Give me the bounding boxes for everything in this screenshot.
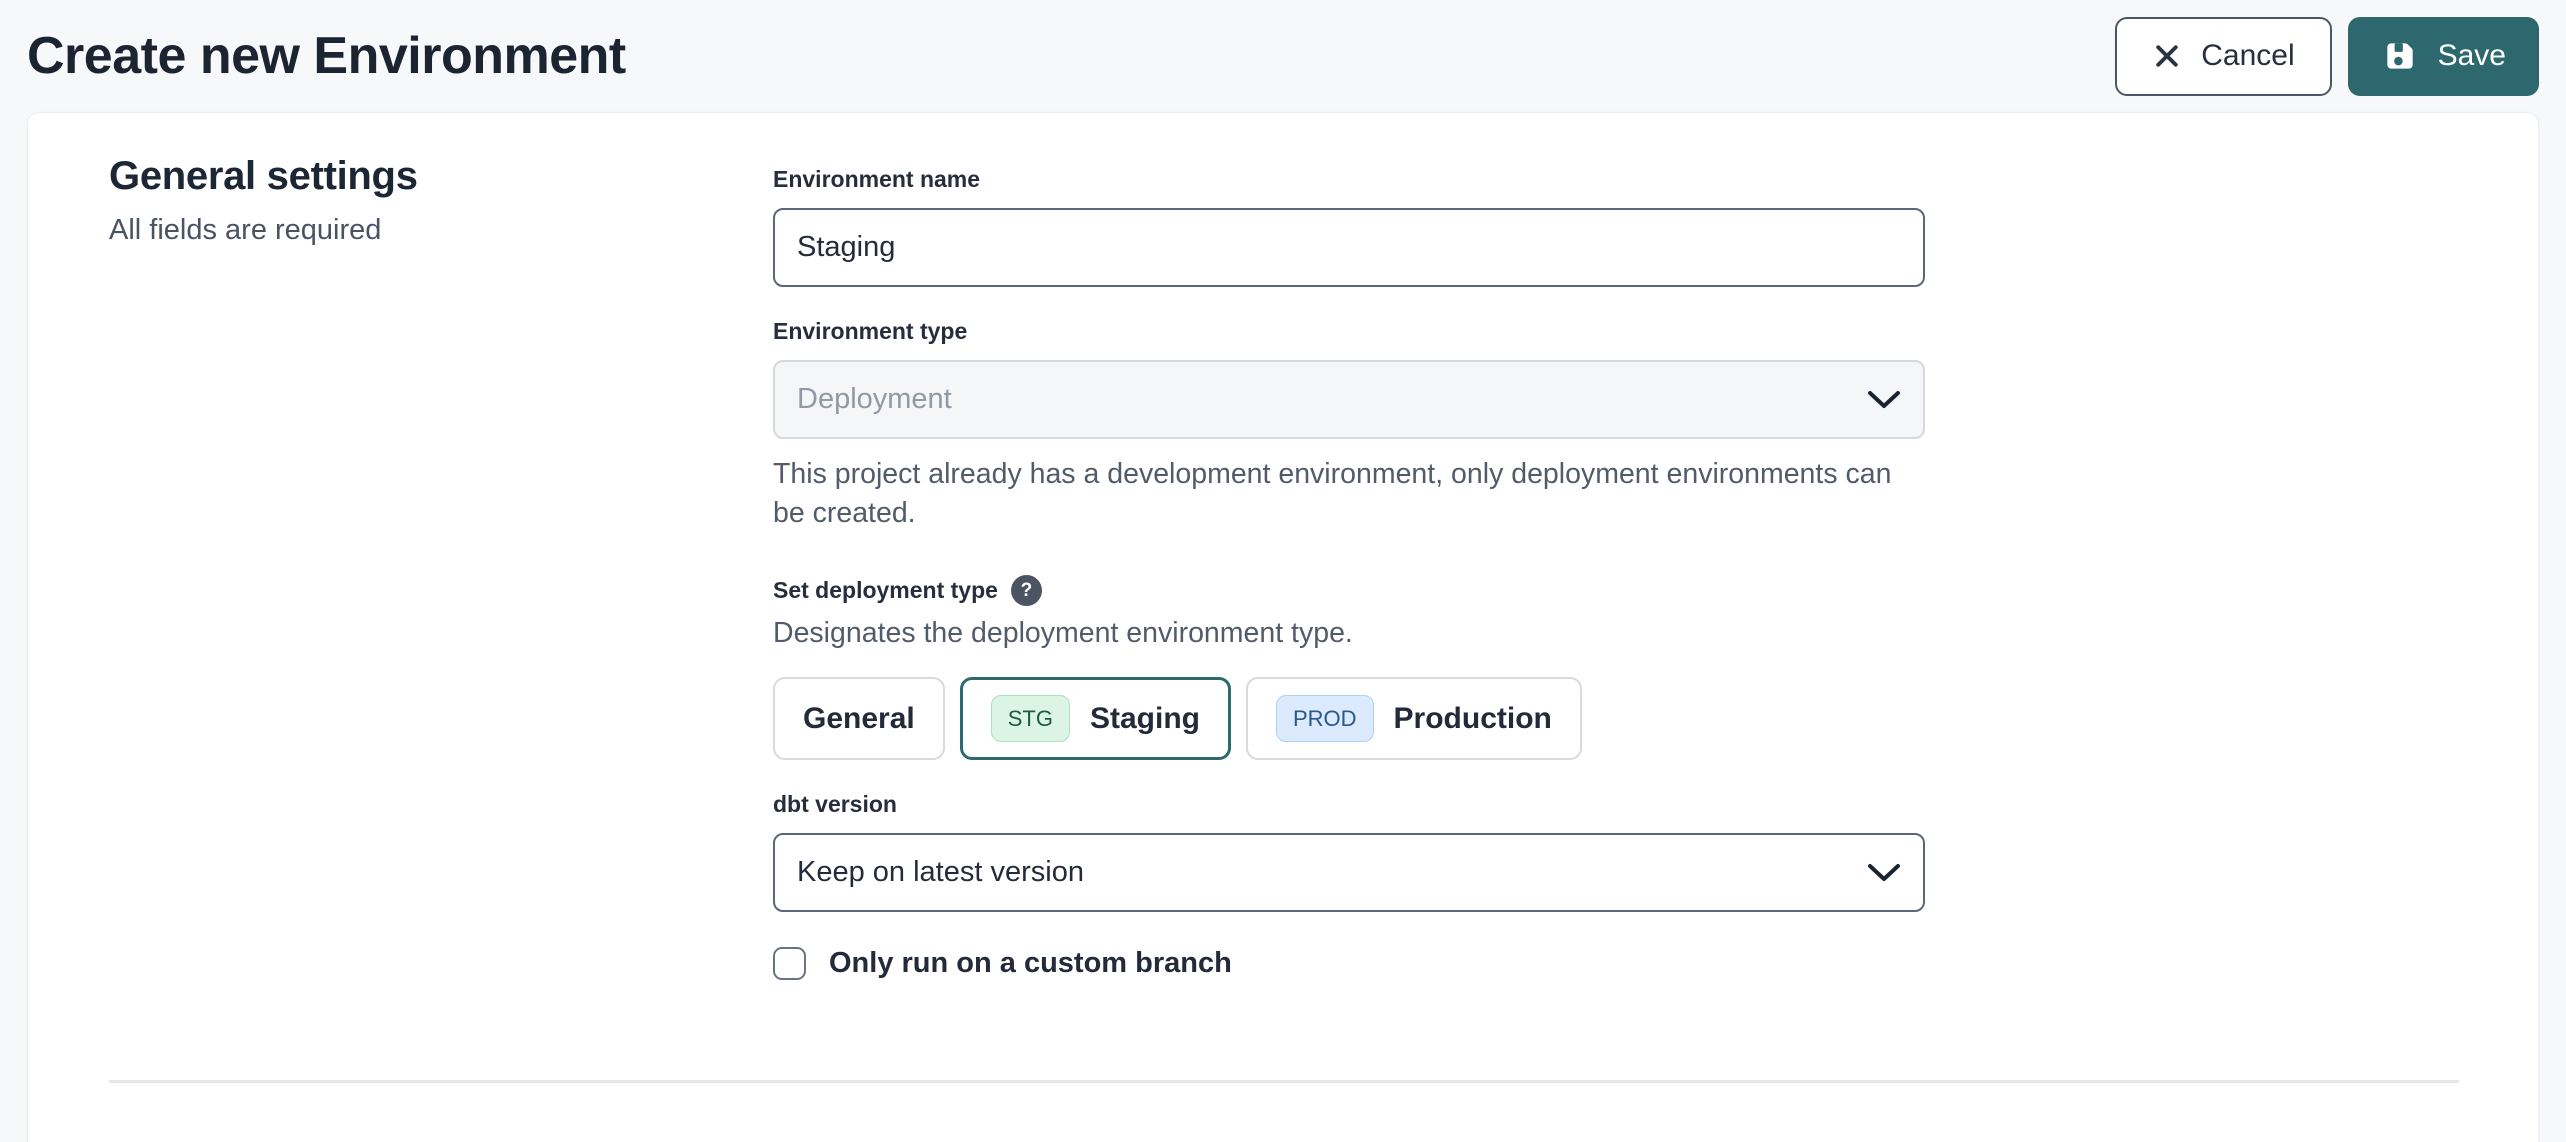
stg-badge: STG	[991, 695, 1070, 742]
dbt-version-label: dbt version	[773, 791, 1925, 818]
custom-branch-label[interactable]: Only run on a custom branch	[829, 947, 1232, 980]
dbt-version-value: Keep on latest version	[797, 856, 1084, 889]
custom-branch-row: Only run on a custom branch	[773, 947, 1925, 980]
environment-type-helper: This project already has a development e…	[773, 455, 1925, 533]
deployment-type-staging-label: Staging	[1090, 702, 1200, 736]
deployment-type-description: Designates the deployment environment ty…	[773, 617, 1925, 650]
deployment-type-staging[interactable]: STG Staging	[960, 677, 1231, 760]
deployment-type-general[interactable]: General	[773, 677, 945, 760]
settings-form: Environment name Environment type Deploy…	[773, 152, 1925, 980]
help-icon[interactable]: ?	[1011, 575, 1042, 606]
environment-name-field: Environment name	[773, 166, 1925, 287]
chevron-down-icon	[1867, 390, 1901, 410]
save-button[interactable]: Save	[2348, 17, 2539, 96]
chevron-down-icon	[1867, 863, 1901, 883]
deployment-type-options: General STG Staging PROD Production	[773, 677, 1925, 760]
deployment-type-label: Set deployment type	[773, 577, 998, 604]
save-icon	[2381, 37, 2419, 75]
cancel-button-label: Cancel	[2201, 39, 2294, 73]
prod-badge: PROD	[1276, 695, 1374, 742]
environment-type-field: Environment type Deployment This project…	[773, 318, 1925, 533]
environment-name-input[interactable]	[773, 208, 1925, 287]
environment-name-label: Environment name	[773, 166, 1925, 193]
dbt-version-field: dbt version Keep on latest version	[773, 791, 1925, 912]
deployment-type-field: Set deployment type ? Designates the dep…	[773, 575, 1925, 760]
section-title: General settings	[109, 154, 773, 199]
environment-type-value: Deployment	[797, 383, 952, 416]
section-subtitle: All fields are required	[109, 214, 773, 247]
deployment-type-label-row: Set deployment type ?	[773, 575, 1925, 606]
deployment-type-production-label: Production	[1394, 702, 1552, 736]
environment-type-label: Environment type	[773, 318, 1925, 345]
dbt-version-select[interactable]: Keep on latest version	[773, 833, 1925, 912]
page-title: Create new Environment	[27, 26, 626, 86]
environment-type-select[interactable]: Deployment	[773, 360, 1925, 439]
close-icon	[2152, 41, 2182, 71]
deployment-type-general-label: General	[803, 702, 915, 736]
deployment-type-production[interactable]: PROD Production	[1246, 677, 1582, 760]
header-actions: Cancel Save	[2115, 17, 2539, 96]
save-button-label: Save	[2438, 39, 2506, 73]
settings-card: General settings All fields are required…	[27, 112, 2539, 1142]
general-settings-section: General settings All fields are required…	[28, 113, 2538, 980]
cancel-button[interactable]: Cancel	[2115, 17, 2331, 96]
section-divider	[109, 1080, 2459, 1083]
custom-branch-checkbox[interactable]	[773, 947, 806, 980]
page-header: Create new Environment Cancel Save	[0, 0, 2566, 112]
section-intro: General settings All fields are required	[109, 152, 773, 980]
